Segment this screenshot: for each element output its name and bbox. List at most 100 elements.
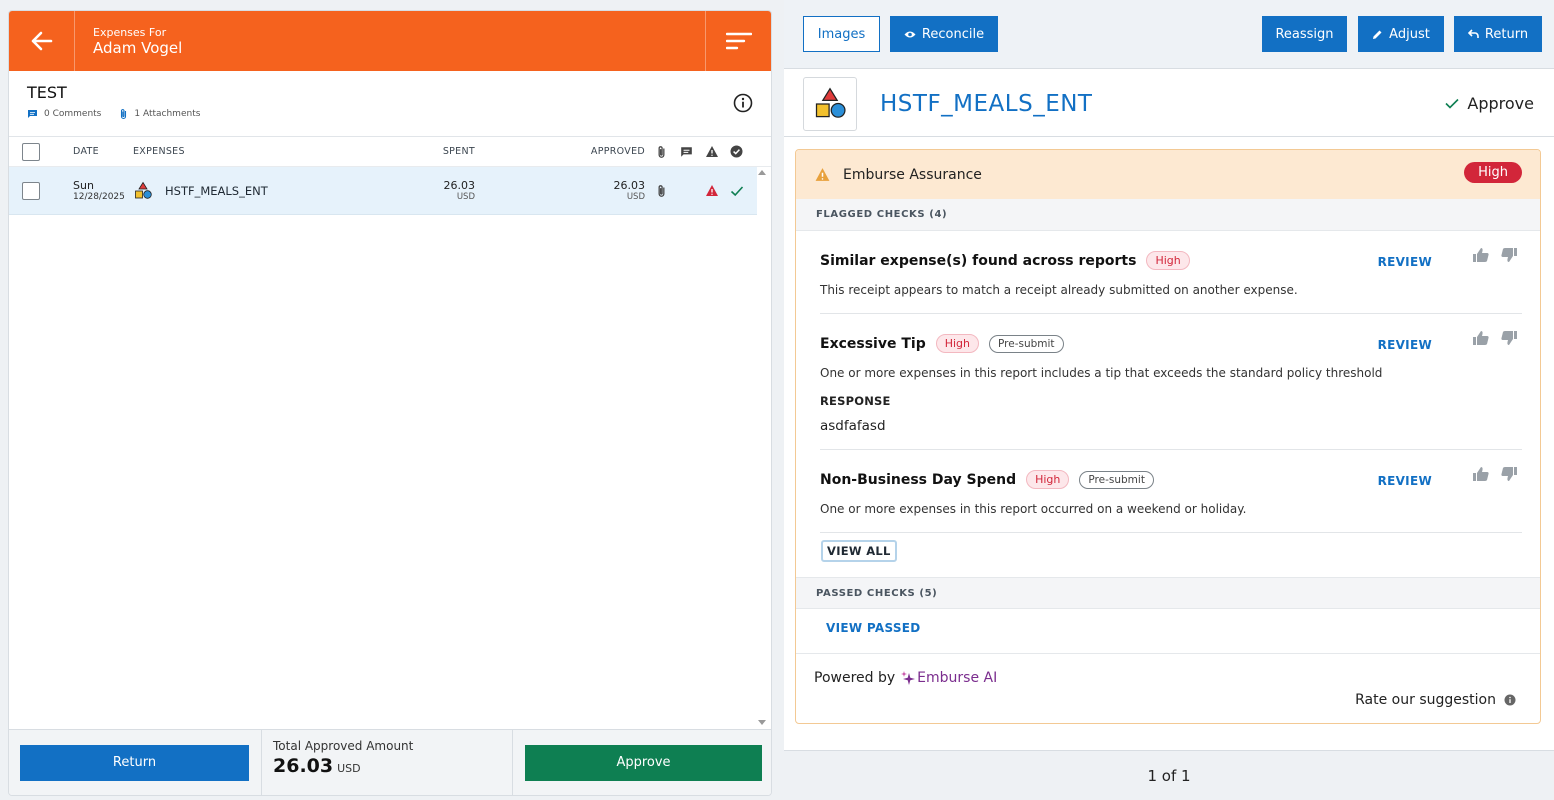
assurance-title: Emburse Assurance	[843, 166, 982, 183]
row-warning-icon[interactable]	[705, 184, 719, 197]
row-attachment-icon[interactable]	[656, 184, 667, 198]
view-passed-link[interactable]: VIEW PASSED	[826, 621, 921, 635]
return-report-button[interactable]: Return	[20, 744, 249, 781]
return-label: Return	[1484, 26, 1529, 42]
thumbs-down-icon[interactable]	[1500, 247, 1518, 267]
expense-list-panel: Expenses For Adam Vogel TEST 0 Comments …	[8, 10, 772, 796]
check-title: Excessive Tip	[820, 335, 926, 352]
check-item: Excessive Tip High Pre-submit One or mor…	[820, 314, 1522, 450]
row-date: 12/28/2025	[73, 192, 125, 202]
info-small-icon[interactable]	[1504, 694, 1516, 706]
reassign-button[interactable]: Reassign	[1262, 16, 1347, 52]
comments-count: 0 Comments	[44, 109, 102, 119]
reassign-label: Reassign	[1275, 26, 1334, 42]
paperclip-icon	[121, 109, 127, 120]
row-spent: 26.03	[443, 179, 476, 192]
status-column-icon	[730, 145, 743, 158]
view-all-button[interactable]: VIEW ALL	[821, 540, 897, 562]
total-approved-box: Total Approved Amount 26.03 USD	[261, 729, 513, 795]
check-icon	[1445, 98, 1459, 109]
passed-checks-label: PASSED CHECKS (5)	[796, 577, 1540, 609]
total-label: Total Approved Amount	[273, 738, 414, 753]
powered-by: Powered by Emburse AI	[814, 670, 997, 686]
images-label: Images	[817, 26, 866, 42]
list-scrollbar[interactable]	[757, 167, 767, 727]
presubmit-badge: Pre-submit	[1079, 470, 1154, 489]
row-expense-name: HSTF_MEALS_ENT	[165, 183, 268, 198]
expense-type-tile	[803, 77, 857, 131]
check-description: One or more expenses in this report occu…	[820, 502, 1247, 516]
report-summary: TEST 0 Comments 1 Attachments	[9, 71, 771, 137]
approve-expense-label: Approve	[1467, 94, 1534, 113]
check-title: Similar expense(s) found across reports	[820, 252, 1137, 269]
severity-badge: High	[935, 334, 980, 353]
check-title: Non-Business Day Spend	[820, 471, 1017, 488]
pencil-icon	[1373, 30, 1382, 39]
sparkle-icon	[901, 671, 916, 685]
assurance-card: Emburse Assurance High FLAGGED CHECKS (4…	[795, 149, 1541, 724]
rate-label: Rate our suggestion	[1355, 692, 1496, 708]
list-header: Expenses For Adam Vogel	[9, 11, 771, 71]
thumbs-down-icon[interactable]	[1500, 466, 1518, 486]
reconcile-button[interactable]: Reconcile	[890, 16, 998, 52]
risk-level-badge: High	[1464, 162, 1522, 183]
detail-toolbar: Images Reconcile Reassign Adjust Return	[784, 0, 1554, 69]
thumbs-up-icon[interactable]	[1472, 466, 1490, 486]
attachments-count: 1 Attachments	[134, 109, 201, 119]
eye-icon	[904, 31, 916, 37]
check-item: Non-Business Day Spend High Pre-submit O…	[820, 450, 1522, 533]
header-subtitle: Expenses For	[93, 25, 167, 39]
row-day: Sun	[73, 179, 94, 192]
expense-title: HSTF_MEALS_ENT	[880, 91, 1093, 117]
sort-button[interactable]	[705, 11, 771, 71]
header-spent[interactable]: SPENT	[379, 146, 475, 157]
response-value: asdfafasd	[820, 418, 886, 434]
scroll-up-icon[interactable]	[757, 168, 767, 178]
approve-report-button[interactable]: Approve	[525, 744, 762, 781]
adjust-button[interactable]: Adjust	[1358, 16, 1444, 52]
total-currency: USD	[337, 761, 361, 775]
select-all-checkbox[interactable]	[22, 142, 40, 161]
pagination: 1 of 1	[784, 750, 1554, 800]
response-label: RESPONSE	[820, 394, 891, 408]
return-expense-button[interactable]: Return	[1454, 16, 1542, 52]
approve-expense-button[interactable]: Approve	[1445, 94, 1534, 113]
arrow-left-icon	[31, 31, 52, 51]
comments-link[interactable]: 0 Comments	[27, 109, 101, 119]
thumbs-up-icon[interactable]	[1472, 330, 1490, 350]
expense-type-large-icon	[815, 87, 846, 118]
expense-header: HSTF_MEALS_ENT Approve	[784, 69, 1554, 137]
header-expenses[interactable]: EXPENSES	[133, 146, 379, 157]
row-approved-currency: USD	[626, 192, 645, 202]
review-link[interactable]: REVIEW	[1378, 338, 1432, 352]
header-date[interactable]: DATE	[73, 146, 133, 157]
thumbs-down-icon[interactable]	[1500, 330, 1518, 350]
row-approved: 26.03	[613, 179, 646, 192]
return-arrow-icon	[1467, 29, 1479, 38]
sort-icon	[725, 32, 752, 50]
images-button[interactable]: Images	[803, 16, 880, 52]
flagged-checks-label: FLAGGED CHECKS (4)	[796, 199, 1540, 231]
thumbs-up-icon[interactable]	[1472, 247, 1490, 267]
divider	[796, 653, 1540, 654]
scroll-down-icon[interactable]	[757, 717, 767, 727]
row-check-icon	[730, 185, 743, 196]
info-icon[interactable]	[733, 93, 753, 113]
header-approved[interactable]: APPROVED	[475, 146, 645, 157]
back-button[interactable]	[9, 11, 75, 71]
comment-icon	[28, 110, 37, 118]
attachments-link[interactable]: 1 Attachments	[119, 108, 200, 120]
adjust-label: Adjust	[1389, 26, 1430, 42]
review-link[interactable]: REVIEW	[1378, 255, 1432, 269]
powered-by-label: Powered by	[814, 670, 896, 686]
row-checkbox[interactable]	[22, 181, 40, 200]
severity-badge: High	[1026, 470, 1070, 489]
expense-type-icon	[135, 181, 152, 199]
warning-column-icon	[705, 146, 718, 157]
employee-name: Adam Vogel	[93, 38, 183, 57]
report-title: TEST	[27, 83, 67, 102]
presubmit-badge: Pre-submit	[989, 334, 1064, 353]
table-row[interactable]: Sun 12/28/2025 HSTF_MEALS_ENT 26.03 USD …	[9, 167, 757, 215]
review-link[interactable]: REVIEW	[1378, 474, 1432, 488]
reconcile-label: Reconcile	[921, 26, 985, 42]
